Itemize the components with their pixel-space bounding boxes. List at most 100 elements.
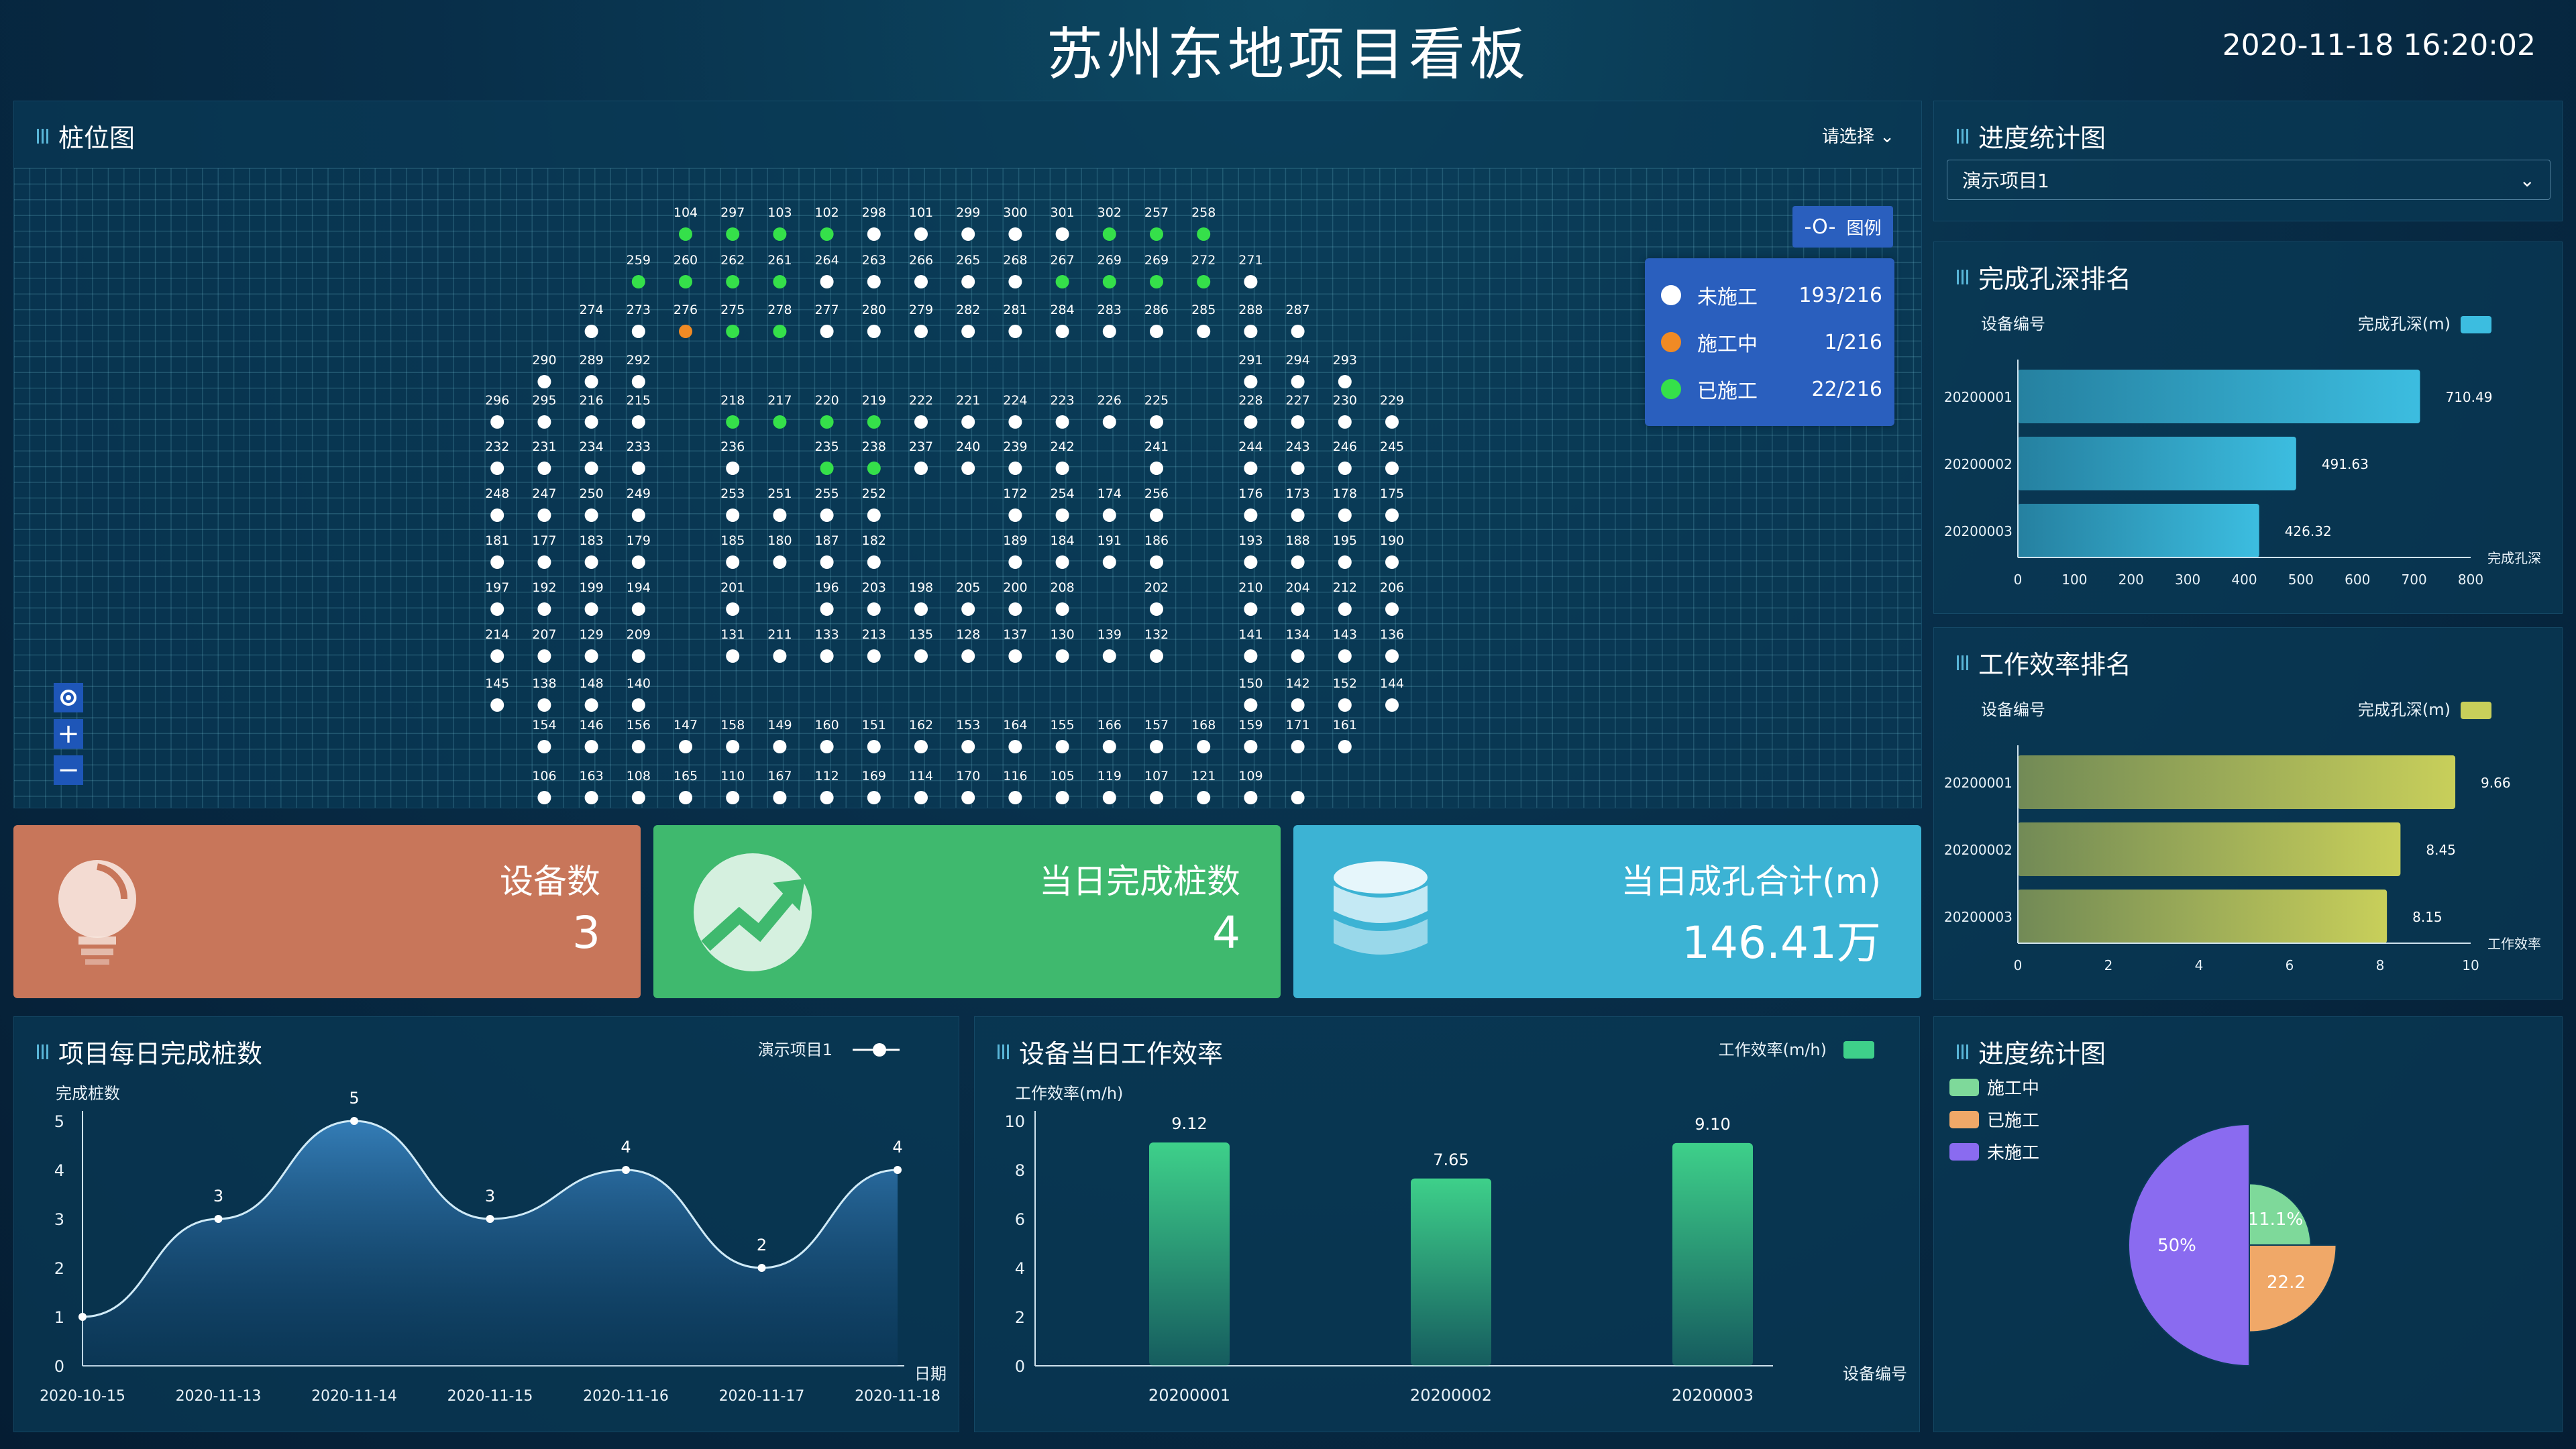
pile-dot (631, 740, 645, 753)
pile-dot (1291, 602, 1305, 616)
pile-dot (1055, 602, 1069, 616)
x-tick-label: 500 (2288, 572, 2314, 588)
pile-dot (1244, 508, 1258, 522)
pile-label: 239 (1003, 439, 1027, 454)
pile-label: 207 (532, 627, 556, 642)
pile-label: 220 (814, 393, 839, 408)
pile-label: 178 (1333, 486, 1357, 501)
pile-dot (1385, 555, 1399, 569)
pie-legend-done: 已施工 (1949, 1107, 2039, 1132)
pile-label: 276 (674, 303, 698, 317)
axis-label: 日期 (914, 1364, 947, 1383)
pile-label: 176 (1238, 486, 1263, 501)
zoom-out-button[interactable]: − (54, 755, 83, 786)
pile-label: 250 (579, 486, 603, 501)
data-point (894, 1166, 902, 1174)
pile-dot (820, 462, 834, 475)
device-eff-panel: 设备当日工作效率 工作效率(m/h) 工作效率(m/h) 0 2 4 6 8 10 9.12 20… (974, 1016, 1920, 1432)
pie-slice-label: 50% (2157, 1236, 2196, 1256)
pile-label: 217 (767, 393, 792, 408)
legend-toggle-button[interactable]: -O- 图例 (1792, 206, 1893, 248)
pile-dot (1150, 555, 1163, 569)
pile-label: 208 (1050, 580, 1074, 595)
pile-dot (961, 415, 975, 429)
bar (1411, 1178, 1491, 1366)
pile-label: 110 (720, 769, 745, 784)
pile-label: 107 (1144, 769, 1169, 784)
pile-dot (679, 227, 692, 241)
legend-label: 施工中 (1697, 333, 1758, 356)
pile-label: 196 (814, 580, 839, 595)
pile-dot (537, 415, 551, 429)
pile-dot (1150, 227, 1163, 241)
project-select[interactable]: 演示项目1 ⌄ (1947, 160, 2551, 200)
pile-label: 185 (720, 533, 745, 548)
pile-label: 240 (956, 439, 980, 454)
pile-label: 253 (720, 486, 745, 501)
y-tick-label: 0 (1015, 1357, 1025, 1376)
pile-dot (820, 227, 834, 241)
pile-dot (1385, 415, 1399, 429)
pile-label: 121 (1191, 769, 1216, 784)
legend-dot (873, 1043, 886, 1057)
pile-dot (1055, 791, 1069, 804)
pile-label: 198 (909, 580, 933, 595)
x-tick-label: 2020-10-15 (40, 1388, 125, 1405)
pile-label: 283 (1097, 303, 1122, 317)
pile-dot (961, 462, 975, 475)
pile-label: 116 (1003, 769, 1027, 784)
pile-label: 263 (862, 253, 886, 268)
legend-row-done: 已施工 22/216 (1661, 372, 1882, 406)
pile-dot (1291, 462, 1305, 475)
bar-value-label: 491.63 (2322, 456, 2369, 472)
stat-card-daily-piles: 当日完成桩数 4 (653, 825, 1281, 998)
pile-dot (867, 602, 881, 616)
pile-label: 236 (720, 439, 745, 454)
pile-dot (1244, 275, 1258, 288)
pile-label: 252 (862, 486, 886, 501)
x-tick-label: 600 (2345, 572, 2370, 588)
pile-label: 226 (1097, 393, 1122, 408)
pile-dot (773, 508, 787, 522)
data-label: 4 (621, 1138, 631, 1157)
pile-dot (1055, 740, 1069, 753)
pile-label: 301 (1050, 205, 1074, 220)
pile-dot (679, 275, 692, 288)
pile-dot (773, 275, 787, 288)
pile-label: 258 (1191, 205, 1216, 220)
pile-dot (1102, 325, 1116, 338)
zoom-in-button[interactable]: + (54, 718, 83, 749)
pile-label: 156 (627, 718, 651, 733)
pile-dot (1338, 462, 1352, 475)
current-datetime: 2020-11-18 16:20:02 (2222, 28, 2536, 62)
pile-dot (1338, 375, 1352, 388)
pile-dot (1008, 602, 1022, 616)
pile-label: 292 (627, 353, 651, 368)
pile-label: 108 (627, 769, 651, 784)
pile-label: 213 (862, 627, 886, 642)
bar-value-label: 8.15 (2412, 909, 2443, 925)
pile-label: 138 (532, 676, 556, 691)
pile-label: 144 (1380, 676, 1404, 691)
pile-dot (773, 649, 787, 663)
pile-dot (1055, 227, 1069, 241)
data-label: 2 (757, 1236, 767, 1254)
pile-dot (867, 462, 881, 475)
x-tick-label: 700 (2402, 572, 2427, 588)
status-dot-icon (1661, 379, 1681, 399)
legend-label: 已施工 (1697, 380, 1758, 403)
x-tick-label: 400 (2231, 572, 2257, 588)
data-label: 5 (349, 1089, 359, 1108)
pile-dot (1291, 791, 1305, 804)
pile-dot (1102, 649, 1116, 663)
pile-dot (820, 602, 834, 616)
pile-label: 298 (862, 205, 886, 220)
axis-label: 完成孔深 (2487, 550, 2541, 566)
y-tick-label: 10 (1004, 1112, 1025, 1131)
legend-count: 1/216 (1824, 330, 1882, 354)
data-point (350, 1117, 358, 1125)
locate-button[interactable] (54, 683, 83, 712)
pile-label: 219 (862, 393, 886, 408)
title-mark-icon (1957, 128, 1969, 144)
bar (2018, 890, 2387, 943)
